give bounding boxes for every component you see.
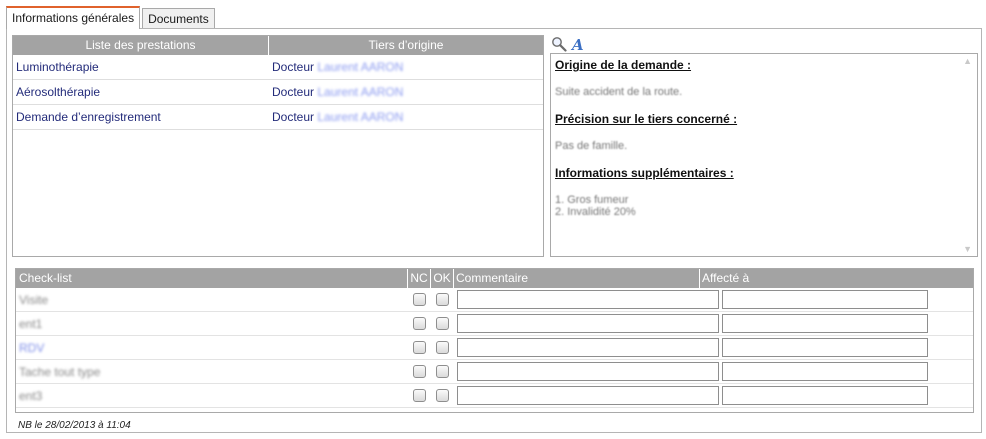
nc-checkbox[interactable]: [413, 389, 426, 402]
comment-input[interactable]: [457, 290, 719, 309]
ok-checkbox[interactable]: [436, 317, 449, 330]
tab-documents[interactable]: Documents: [142, 8, 215, 29]
nc-checkbox[interactable]: [413, 293, 426, 306]
nc-checkbox[interactable]: [413, 317, 426, 330]
tiers-cell[interactable]: Docteur Laurent AARON: [269, 105, 543, 129]
nc-checkbox[interactable]: [413, 365, 426, 378]
ok-checkbox[interactable]: [436, 389, 449, 402]
checklist-item-label[interactable]: RDV: [16, 341, 408, 355]
notes-text-precision: Pas de famille.: [555, 140, 628, 152]
table-row[interactable]: Luminothérapie Docteur Laurent AARON: [13, 55, 543, 80]
ok-checkbox[interactable]: [436, 365, 449, 378]
prestation-name[interactable]: Luminothérapie: [13, 55, 269, 79]
tiers-cell[interactable]: Docteur Laurent AARON: [269, 55, 543, 79]
notes-list-item: 1. Gros fumeur: [555, 194, 629, 206]
prestations-header: Liste des prestations Tiers d’origine: [13, 36, 543, 55]
ok-checkbox[interactable]: [436, 341, 449, 354]
assigned-input[interactable]: [722, 290, 928, 309]
notes-heading-precision: Précision sur le tiers concerné :: [555, 112, 738, 126]
checklist-row: ent1: [16, 312, 973, 336]
comment-input[interactable]: [457, 338, 719, 357]
tab-panel: Liste des prestations Tiers d’origine Lu…: [6, 28, 982, 433]
nc-checkbox[interactable]: [413, 341, 426, 354]
prestations-table: Liste des prestations Tiers d’origine Lu…: [12, 35, 544, 257]
assigned-input[interactable]: [722, 386, 928, 405]
tiers-title: Docteur: [272, 110, 315, 124]
checklist-row: ent3: [16, 384, 973, 408]
scroll-up-icon[interactable]: ▲: [963, 56, 972, 66]
notes-text-origine: Suite accident de la route.: [555, 86, 683, 98]
comment-input[interactable]: [457, 314, 719, 333]
tiers-title: Docteur: [272, 60, 315, 74]
notes-box[interactable]: Origine de la demande : Suite accident d…: [550, 53, 978, 257]
tab-bar: Informations générales Documents: [6, 6, 215, 29]
checklist-item-label: ent3: [19, 388, 43, 403]
column-header-affecte: Affecté à: [702, 271, 750, 285]
font-style-icon[interactable]: A: [570, 36, 586, 52]
checklist-item-label: Tache tout type: [19, 364, 101, 379]
column-header-tiers: Tiers d’origine: [368, 38, 444, 52]
assigned-input[interactable]: [722, 338, 928, 357]
checklist-header: Check-list NC OK Commentaire Affecté à: [16, 269, 973, 288]
tiers-person: Laurent AARON: [317, 60, 404, 74]
prestation-name[interactable]: Demande d’enregistrement: [13, 105, 269, 129]
notes-heading-origine: Origine de la demande :: [555, 58, 692, 72]
column-header-commentaire: Commentaire: [454, 269, 700, 288]
tiers-title: Docteur: [272, 85, 315, 99]
ok-checkbox[interactable]: [436, 293, 449, 306]
footer-note: NB le 28/02/2013 à 11:04: [18, 420, 131, 431]
tab-informations-generales[interactable]: Informations générales: [6, 6, 141, 29]
notes-list-item: 2. Invalidité 20%: [555, 206, 636, 218]
checklist-table: Check-list NC OK Commentaire Affecté à V…: [15, 268, 974, 413]
tiers-person: Laurent AARON: [317, 110, 404, 124]
comment-input[interactable]: [457, 386, 719, 405]
tiers-cell[interactable]: Docteur Laurent AARON: [269, 80, 543, 104]
column-header-checklist: Check-list: [16, 269, 408, 288]
table-row[interactable]: Aérosolthérapie Docteur Laurent AARON: [13, 80, 543, 105]
magnifier-icon[interactable]: [551, 36, 567, 52]
checklist-row: Tache tout type: [16, 360, 973, 384]
checklist-row: Visite: [16, 288, 973, 312]
column-header-nc: NC: [408, 269, 431, 288]
assigned-input[interactable]: [722, 362, 928, 381]
comment-input[interactable]: [457, 362, 719, 381]
notes-toolbar: A: [551, 35, 586, 53]
scroll-down-icon[interactable]: ▼: [963, 244, 972, 254]
tiers-person: Laurent AARON: [317, 85, 404, 99]
checklist-row: RDV: [16, 336, 973, 360]
assigned-input[interactable]: [722, 314, 928, 333]
column-header-prestations: Liste des prestations: [13, 36, 269, 55]
prestation-name[interactable]: Aérosolthérapie: [13, 80, 269, 104]
checklist-item-label: ent1: [19, 316, 43, 331]
notes-heading-informations: Informations supplémentaires :: [555, 166, 734, 180]
column-header-ok: OK: [431, 269, 454, 288]
svg-text:A: A: [570, 36, 584, 52]
checklist-item-label: Visite: [19, 292, 49, 307]
table-row[interactable]: Demande d’enregistrement Docteur Laurent…: [13, 105, 543, 130]
